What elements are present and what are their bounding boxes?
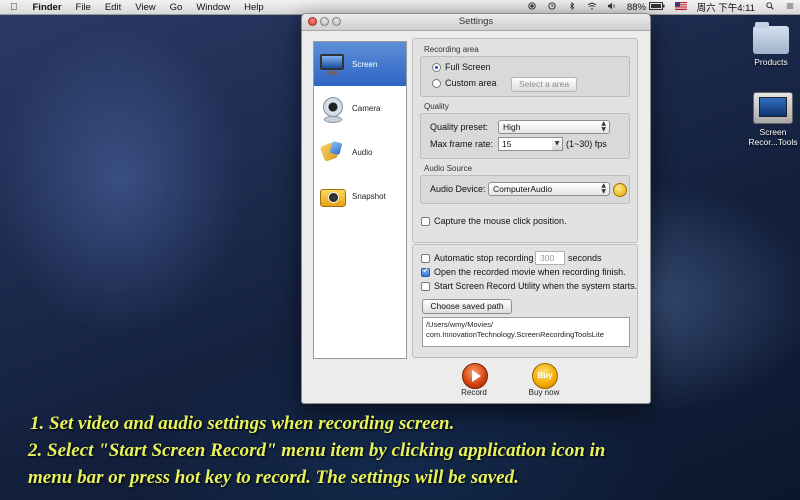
snapshot-camera-icon [318,182,346,210]
battery-percent: 88% [626,1,646,13]
minimize-window-button[interactable] [320,17,329,26]
clock[interactable]: 周六 下午4:11 [692,0,760,14]
menu-edit[interactable]: Edit [98,2,128,13]
open-movie-label: Open the recorded movie when recording f… [434,267,626,277]
frame-rate-dropdown-icon[interactable]: ▼ [552,137,563,151]
max-frame-rate-label: Max frame rate: [430,139,494,149]
record-button[interactable] [462,363,488,389]
start-utility-label: Start Screen Record Utility when the sys… [434,281,638,291]
spotlight-icon[interactable] [760,1,780,13]
audio-source-box: Audio Device: ComputerAudio ▲ ▼ [420,175,630,204]
recording-area-box: Full Screen Custom area Select a area [420,56,630,97]
caption-line: 1. Set video and audio settings when rec… [30,413,455,434]
sidebar-item-label: Snapshot [352,191,386,201]
record-label: Record [461,388,487,397]
saved-path-field[interactable]: /Users/wmy/Movies/ com.InnovationTechnol… [422,317,630,347]
zoom-window-button[interactable] [332,17,341,26]
saved-path-line: com.InnovationTechnology.ScreenRecording… [426,330,604,339]
full-screen-radio[interactable] [432,63,441,72]
settings-window: Settings Screen Camera Audio Snapshot Re… [301,13,651,404]
flag-icon[interactable] [670,1,692,13]
close-window-button[interactable] [308,17,317,26]
auto-stop-checkbox[interactable] [421,254,430,263]
record-icon[interactable] [522,1,542,13]
menu-go[interactable]: Go [163,2,190,13]
quality-preset-label: Quality preset: [430,122,489,132]
custom-area-label: Custom area [445,78,497,88]
audio-device-value: ComputerAudio [493,184,553,194]
list-icon[interactable] [780,2,800,13]
volume-icon[interactable] [602,2,622,13]
screen-recorder-app-icon [753,92,793,124]
caption-line: menu bar or press hot key to record. The… [28,467,519,488]
buy-now-button[interactable]: Buy [532,363,558,389]
choose-saved-path-button[interactable]: Choose saved path [422,299,512,314]
caption-line: 2. Select "Start Screen Record" menu ite… [28,440,606,461]
folder-icon [753,22,789,54]
desktop-icon-label: Screen Recor...Tools [748,127,798,147]
menu-extras: 88% 周六 下午4:11 [522,0,800,14]
select-area-button[interactable]: Select a area [511,77,577,92]
capture-mouse-checkbox[interactable] [421,217,430,226]
webcam-icon [318,94,346,123]
sidebar-item-snapshot[interactable]: Snapshot [314,174,406,218]
frame-rate-input[interactable]: 15 [498,137,553,151]
updown-arrows-icon: ▲ ▼ [601,182,606,195]
promo-caption: 1. Set video and audio settings when rec… [28,410,800,491]
quality-title: Quality [424,102,449,111]
sidebar-item-label: Camera [352,103,381,113]
full-screen-label: Full Screen [445,62,491,72]
battery-icon [648,1,665,10]
desktop-icon-screen-recorder[interactable]: Screen Recor...Tools [747,92,799,147]
sidebar-item-screen[interactable]: Screen [314,42,406,86]
sidebar-item-label: Audio [352,147,373,157]
timemachine-icon[interactable] [542,1,562,13]
menu-file[interactable]: File [69,2,98,13]
screen-settings-panel: Recording area Full Screen Custom area S… [412,38,638,243]
sidebar-item-camera[interactable]: Camera [314,86,406,130]
sidebar-item-label: Screen [352,59,378,69]
window-titlebar[interactable]: Settings [302,14,650,31]
saved-path-line: /Users/wmy/Movies/ [426,320,494,329]
open-movie-checkbox[interactable] [421,266,430,277]
monitor-icon [318,50,346,78]
buy-now-label: Buy now [528,388,560,397]
audio-device-label: Audio Device: [430,184,486,194]
start-utility-checkbox[interactable] [421,282,430,291]
battery-status[interactable]: 88% [622,1,670,13]
custom-area-radio[interactable] [432,79,441,88]
updown-arrows-icon: ▲ ▼ [601,120,606,133]
audio-source-title: Audio Source [424,164,473,173]
recording-area-title: Recording area [424,45,479,54]
quality-preset-select[interactable]: High ▲ ▼ [498,120,610,134]
capture-mouse-label: Capture the mouse click position. [434,216,567,226]
audio-info-icon[interactable] [613,183,627,197]
desktop-icon-products[interactable]: Products [748,22,794,67]
bluetooth-icon[interactable] [562,1,582,13]
wifi-icon[interactable] [582,2,602,13]
quality-box: Quality preset: High ▲ ▼ Max frame rate: … [420,113,630,159]
quality-preset-value: High [503,122,521,132]
seconds-label: seconds [568,253,602,263]
audio-icon [318,138,346,166]
settings-sidebar: Screen Camera Audio Snapshot [313,41,407,359]
general-options-panel: Automatic stop recording 300 seconds Ope… [412,244,638,358]
menu-window[interactable]: Window [189,2,237,13]
desktop-icon-label: Products [754,57,788,67]
sidebar-item-audio[interactable]: Audio [314,130,406,174]
frame-rate-hint: (1~30) fps [566,139,607,149]
buy-icon-text: Buy [537,371,553,380]
audio-device-select[interactable]: ComputerAudio ▲ ▼ [488,182,610,196]
menu-view[interactable]: View [128,2,162,13]
window-title: Settings [458,16,494,27]
apple-menu-icon[interactable]:  [0,2,26,13]
menu-app-name[interactable]: Finder [26,2,69,13]
auto-stop-label: Automatic stop recording [434,253,534,263]
menu-help[interactable]: Help [237,2,271,13]
auto-stop-seconds-input[interactable]: 300 [535,251,565,265]
